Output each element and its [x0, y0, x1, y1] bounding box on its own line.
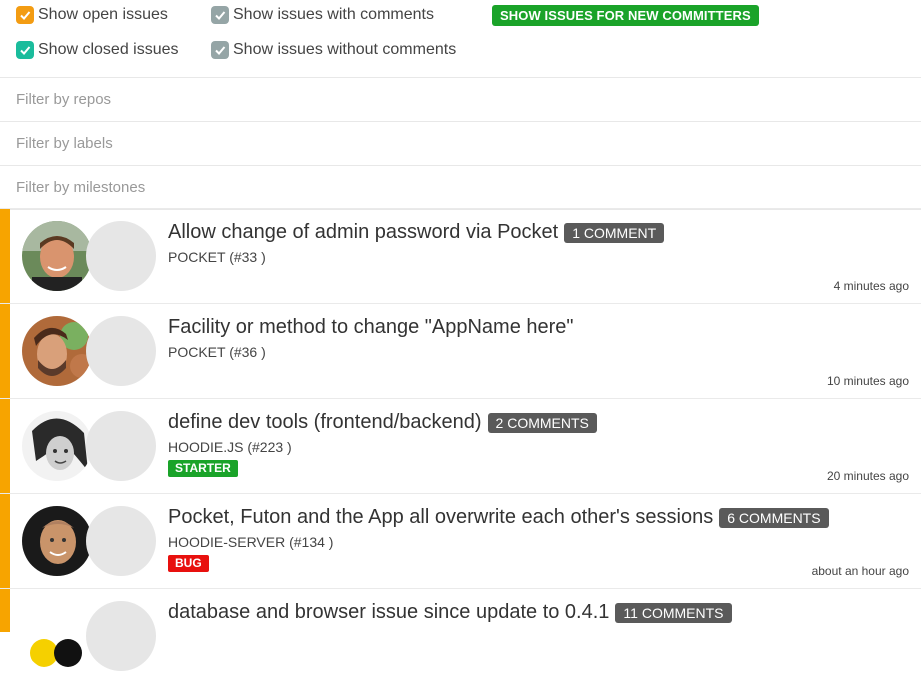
comment-count-badge: 1 COMMENT — [564, 222, 665, 243]
show-new-committers-button[interactable]: SHOW ISSUES FOR NEW COMMITTERS — [492, 5, 759, 26]
issue-row[interactable]: define dev tools (frontend/backend) 2 CO… — [0, 398, 921, 493]
avatar-placeholder — [86, 506, 156, 576]
checkmark-icon — [16, 6, 34, 24]
avatar-placeholder — [86, 221, 156, 291]
checkbox-label: Show open issues — [38, 6, 168, 23]
issue-row[interactable]: database and browser issue since update … — [0, 588, 921, 683]
starter-label[interactable]: STARTER — [168, 460, 238, 477]
issue-time: 10 minutes ago — [826, 374, 909, 388]
filter-milestones-input[interactable]: Filter by milestones — [0, 166, 921, 210]
filter-repos-input[interactable]: Filter by repos — [0, 78, 921, 122]
comment-count-badge: 2 COMMENTS — [487, 412, 597, 433]
issue-repo[interactable]: HOODIE.JS (#223 ) — [168, 439, 292, 455]
issue-repo[interactable]: POCKET (#36 ) — [168, 344, 266, 360]
avatar-placeholder — [86, 411, 156, 481]
filter-panel: Show open issues Show issues with commen… — [0, 0, 921, 78]
issue-title[interactable]: Facility or method to change "AppName he… — [168, 316, 574, 339]
show-closed-issues-checkbox[interactable]: Show closed issues — [16, 41, 179, 59]
avatar — [22, 506, 92, 576]
issue-title[interactable]: define dev tools (frontend/backend) — [168, 411, 482, 434]
show-issues-without-comments-checkbox[interactable]: Show issues without comments — [211, 41, 456, 59]
issue-title[interactable]: database and browser issue since update … — [168, 601, 609, 624]
issue-row[interactable]: Facility or method to change "AppName he… — [0, 303, 921, 398]
issue-row[interactable]: Pocket, Futon and the App all overwrite … — [0, 493, 921, 588]
show-issues-with-comments-checkbox[interactable]: Show issues with comments — [211, 6, 434, 24]
filter-labels-input[interactable]: Filter by labels — [0, 122, 921, 166]
avatar-placeholder — [86, 601, 156, 671]
avatar — [22, 601, 92, 671]
issue-title[interactable]: Allow change of admin password via Pocke… — [168, 221, 558, 244]
issue-title[interactable]: Pocket, Futon and the App all overwrite … — [168, 506, 713, 529]
avatar — [22, 221, 92, 291]
issue-repo[interactable]: POCKET (#33 ) — [168, 249, 266, 265]
bug-label[interactable]: BUG — [168, 555, 209, 572]
issue-time: 20 minutes ago — [826, 469, 909, 483]
avatar-placeholder — [86, 316, 156, 386]
avatar — [22, 316, 92, 386]
issue-list: Allow change of admin password via Pocke… — [0, 208, 921, 683]
issue-time: 4 minutes ago — [833, 279, 909, 293]
issue-repo[interactable]: HOODIE-SERVER (#134 ) — [168, 534, 333, 550]
checkmark-icon — [16, 41, 34, 59]
checkmark-icon — [211, 41, 229, 59]
checkmark-icon — [211, 6, 229, 24]
issue-time: about an hour ago — [811, 564, 909, 578]
checkbox-label: Show issues with comments — [233, 6, 434, 23]
avatar — [22, 411, 92, 481]
comment-count-badge: 11 COMMENTS — [615, 602, 732, 623]
checkbox-label: Show closed issues — [38, 41, 179, 58]
issue-row[interactable]: Allow change of admin password via Pocke… — [0, 208, 921, 303]
show-open-issues-checkbox[interactable]: Show open issues — [16, 6, 168, 24]
checkbox-label: Show issues without comments — [233, 41, 457, 58]
comment-count-badge: 6 COMMENTS — [719, 507, 829, 528]
